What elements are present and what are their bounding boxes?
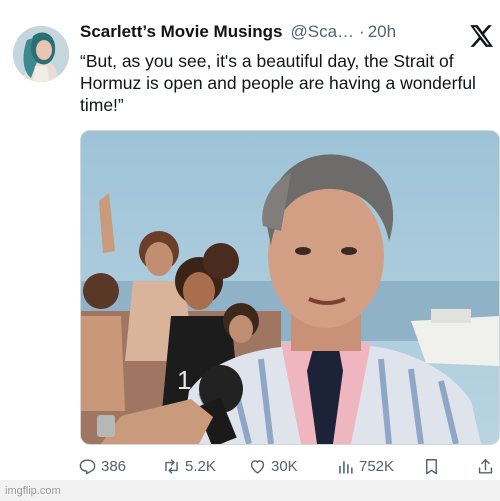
repost-icon	[165, 459, 178, 474]
jersey-number: 1	[177, 365, 191, 395]
imgflip-watermark: imgflip.com	[5, 485, 61, 497]
like-count: 30K	[271, 458, 298, 475]
tweet-header: Scarlett’s Movie Musings @Sca… · 20h	[80, 22, 450, 48]
tweet-media-image[interactable]: 1	[80, 130, 500, 445]
tweet-actions: 386 5.2K 30K 752K	[78, 455, 498, 479]
avatar[interactable]	[13, 26, 69, 82]
tweet-card[interactable]: Scarlett’s Movie Musings @Sca… · 20h “Bu…	[0, 0, 500, 480]
views-action[interactable]: 752K	[336, 457, 394, 476]
heart-icon	[250, 460, 265, 474]
tweet-text: “But, as you see, it's a beautiful day, …	[80, 51, 476, 115]
reply-action[interactable]: 386	[78, 457, 126, 476]
share-icon	[478, 459, 493, 474]
reply-icon	[79, 459, 96, 475]
views-count: 752K	[359, 458, 395, 475]
repost-count: 5.2K	[185, 458, 216, 475]
display-name[interactable]: Scarlett’s Movie Musings	[80, 22, 282, 42]
timestamp[interactable]: 20h	[368, 22, 396, 42]
share-action[interactable]	[476, 457, 499, 476]
handle[interactable]: @Sca…	[290, 22, 354, 42]
bookmark-icon	[426, 459, 437, 475]
like-action[interactable]: 30K	[248, 457, 298, 476]
x-logo-icon	[470, 25, 493, 47]
repost-action[interactable]: 5.2K	[162, 457, 216, 476]
movie-still-image: 1	[81, 131, 499, 444]
views-icon	[339, 460, 353, 474]
bookmark-action[interactable]	[422, 457, 445, 476]
avatar-image	[13, 26, 69, 82]
reply-count: 386	[101, 458, 127, 475]
separator-dot: ·	[359, 22, 365, 41]
